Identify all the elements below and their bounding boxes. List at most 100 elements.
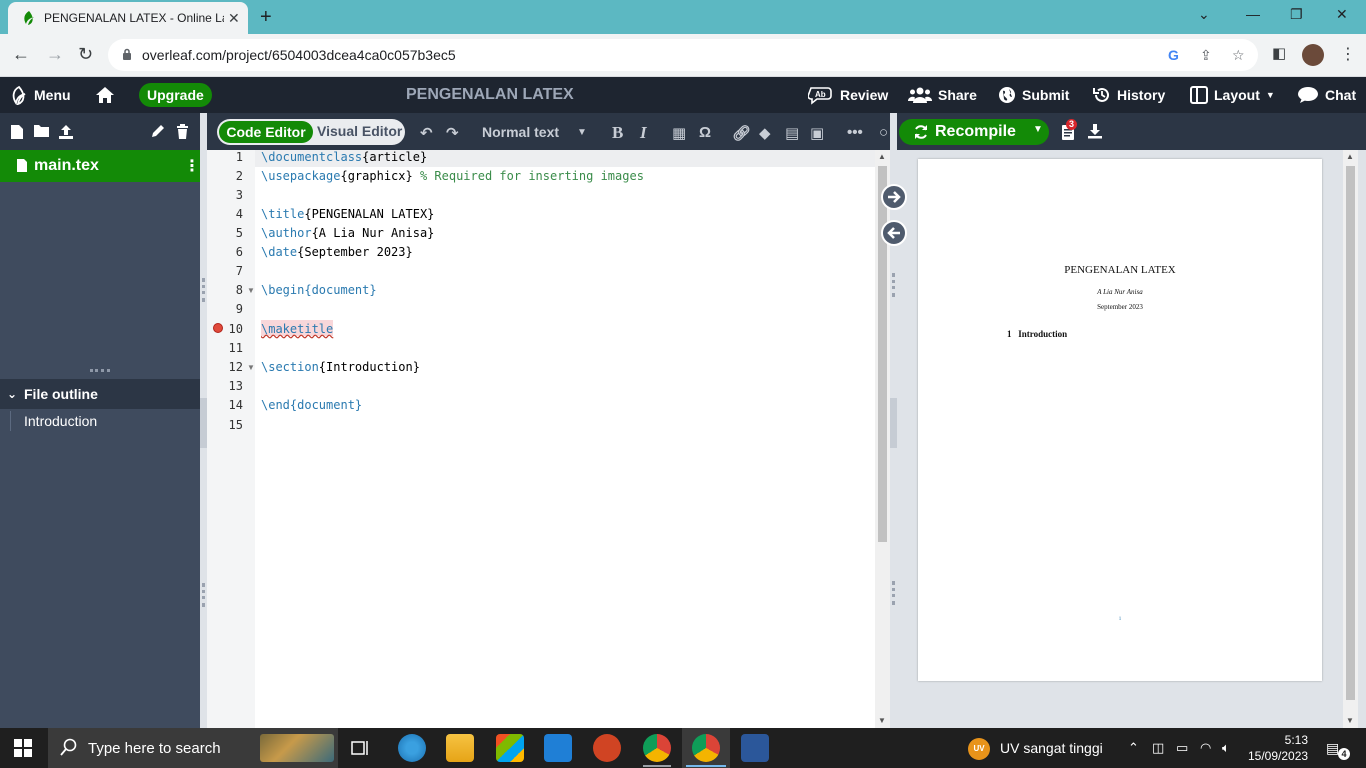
recompile-button[interactable]: Recompile ▼ — [899, 119, 1049, 145]
scroll-down-icon[interactable]: ▼ — [878, 716, 886, 725]
uv-weather-icon[interactable]: UV — [968, 738, 990, 760]
code-line[interactable]: \date{September 2023} — [261, 245, 413, 259]
splitter-grip[interactable] — [202, 583, 205, 607]
search-highlight-image[interactable] — [260, 734, 334, 762]
bookmark-star-icon[interactable]: ☆ — [1232, 47, 1245, 64]
battery-icon[interactable]: ▭ — [1176, 740, 1188, 756]
file-item-main-tex[interactable]: main.tex ⋮ — [0, 150, 200, 182]
microsoft-store-icon[interactable] — [496, 734, 524, 762]
mail-icon[interactable] — [544, 734, 572, 762]
restore-icon[interactable]: ❐ — [1290, 6, 1303, 23]
uv-weather-text[interactable]: UV sangat tinggi — [1000, 740, 1103, 756]
address-bar[interactable]: overleaf.com/project/6504003dcea4ca0c057… — [108, 39, 1258, 71]
file-outline-header[interactable]: ⌄ File outline — [0, 379, 200, 409]
code-line[interactable]: \usepackage{graphicx} % Required for ins… — [261, 169, 644, 183]
share-button[interactable]: Share — [908, 77, 977, 113]
meet-now-icon[interactable]: ◫ — [1152, 740, 1164, 756]
browser-tab[interactable]: PENGENALAN LATEX - Online La ✕ — [8, 2, 248, 34]
profile-avatar[interactable] — [1302, 44, 1324, 66]
sync-to-pdf-button[interactable] — [881, 184, 907, 210]
new-tab-icon[interactable]: + — [260, 6, 272, 29]
cortana-app-icon[interactable] — [398, 734, 426, 762]
tag-icon[interactable]: ◆ — [759, 124, 771, 142]
file-options-icon[interactable]: ⋮ — [184, 156, 200, 176]
chrome-profile-icon[interactable] — [692, 734, 720, 762]
scroll-up-icon[interactable]: ▲ — [878, 152, 886, 161]
rename-pencil-icon[interactable] — [150, 124, 165, 139]
chrome-icon[interactable] — [643, 734, 671, 762]
code-line[interactable]: \section{Introduction} — [261, 360, 420, 374]
scroll-down-icon[interactable]: ▼ — [1346, 716, 1354, 725]
lock-icon[interactable] — [122, 48, 132, 61]
code-line[interactable]: \end{document} — [261, 398, 362, 412]
visual-editor-tab[interactable]: Visual Editor — [317, 123, 402, 139]
upgrade-button[interactable]: Upgrade — [139, 83, 212, 107]
redo-icon[interactable]: ↷ — [446, 124, 459, 142]
image-icon[interactable]: ▣ — [810, 124, 824, 142]
history-button[interactable]: History — [1093, 77, 1165, 113]
splitter-grip[interactable] — [202, 278, 205, 302]
volume-icon[interactable]: 🔈︎ — [1222, 740, 1230, 756]
taskbar-clock[interactable]: 5:13 15/09/2023 — [1248, 732, 1308, 764]
pane-resize-handle[interactable] — [90, 369, 110, 373]
chrome-menu-icon[interactable]: ⋮ — [1340, 44, 1356, 64]
upload-icon[interactable] — [58, 124, 74, 140]
pdf-page[interactable]: PENGENALAN LATEX A Lia Nur Anisa Septemb… — [918, 159, 1322, 681]
minimize-icon[interactable]: — — [1246, 6, 1260, 22]
task-view-icon[interactable] — [350, 738, 370, 758]
code-line[interactable]: \documentclass{article} — [261, 150, 427, 164]
math-icon[interactable]: ▦ — [672, 124, 686, 142]
windows-start-icon[interactable] — [14, 739, 32, 757]
review-button[interactable]: Ab Review — [808, 77, 888, 113]
pdf-scrollbar[interactable]: ▲ ▼ — [1343, 150, 1358, 728]
link-icon[interactable]: 🔗︎ — [732, 124, 751, 142]
bold-button[interactable]: B — [612, 123, 623, 143]
italic-button[interactable]: I — [640, 123, 647, 143]
caret-down-icon[interactable]: ▼ — [1033, 124, 1043, 135]
scroll-up-icon[interactable]: ▲ — [1346, 152, 1354, 161]
chat-button[interactable]: Chat — [1297, 77, 1356, 113]
search-icon[interactable]: ○ — [879, 124, 888, 141]
forward-icon[interactable]: → — [46, 44, 64, 65]
submit-button[interactable]: Submit — [998, 77, 1069, 113]
show-hidden-icons-chevron[interactable]: ⌃ — [1128, 740, 1139, 756]
code-editor[interactable]: \documentclass{article} \usepackage{grap… — [255, 150, 875, 728]
window-close-icon[interactable]: ✕ — [1336, 6, 1348, 23]
more-icon[interactable]: ••• — [847, 124, 863, 141]
sidebar-splitter[interactable] — [200, 113, 207, 728]
side-panel-icon[interactable]: ◧ — [1272, 44, 1286, 62]
back-icon[interactable]: ← — [12, 44, 30, 65]
reload-icon[interactable]: ↻ — [78, 44, 93, 65]
google-icon[interactable]: G — [1168, 47, 1179, 63]
file-explorer-icon[interactable] — [446, 734, 474, 762]
collapse-preview-handle[interactable] — [890, 398, 897, 448]
download-icon[interactable] — [1087, 123, 1103, 139]
share-page-icon[interactable]: ⇪ — [1200, 47, 1212, 64]
layout-button[interactable]: Layout ▼ — [1190, 77, 1275, 113]
wifi-icon[interactable]: ◠ — [1200, 740, 1211, 756]
text-style-select[interactable]: Normal text — [482, 124, 559, 140]
pdf-scrollbar-thumb[interactable] — [1346, 166, 1355, 700]
powerpoint-icon[interactable] — [593, 734, 621, 762]
sync-to-code-button[interactable] — [881, 220, 907, 246]
code-line[interactable]: \begin{document} — [261, 283, 377, 297]
menu-button[interactable]: Menu — [10, 77, 71, 113]
splitter-grip[interactable] — [892, 581, 895, 605]
splitter-grip[interactable] — [892, 273, 895, 297]
collapse-sidebar-handle[interactable] — [200, 398, 207, 448]
symbol-button[interactable]: Ω — [699, 124, 711, 141]
close-tab-icon[interactable]: ✕ — [228, 10, 240, 27]
delete-trash-icon[interactable] — [176, 124, 189, 139]
fold-caret-icon[interactable]: ▼ — [247, 363, 255, 372]
code-line[interactable]: \author{A Lia Nur Anisa} — [261, 226, 434, 240]
code-line[interactable]: \title{PENGENALAN LATEX} — [261, 207, 434, 221]
bibliography-icon[interactable]: ▤ — [785, 124, 799, 142]
fold-caret-icon[interactable]: ▼ — [247, 286, 255, 295]
caret-down-icon[interactable]: ▼ — [577, 127, 587, 138]
project-title[interactable]: PENGENALAN LATEX — [406, 86, 574, 104]
home-button[interactable] — [95, 77, 115, 113]
undo-icon[interactable]: ↶ — [420, 124, 433, 142]
code-line[interactable]: \maketitle — [261, 322, 333, 336]
code-editor-tab[interactable]: Code Editor — [219, 121, 313, 143]
tab-search-chevron-icon[interactable]: ⌄ — [1198, 6, 1210, 23]
